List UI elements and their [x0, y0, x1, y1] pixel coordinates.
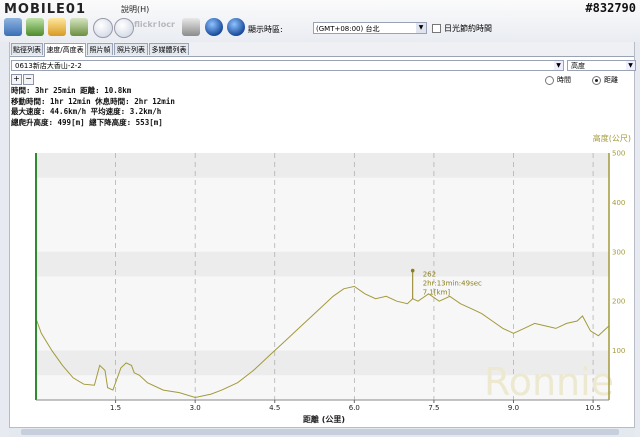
timezone-label: 顯示時區: — [248, 25, 283, 34]
stats-line-elevation: 總爬升高度: 499[m] 總下降高度: 553[m] — [11, 118, 163, 128]
axis-distance-option[interactable]: 距離 — [592, 75, 618, 85]
marker-dot — [410, 268, 415, 273]
open-folder-icon[interactable] — [48, 18, 66, 36]
plot-band — [36, 251, 609, 277]
x-tick-label: 10.5 — [585, 404, 601, 412]
dst-toggle[interactable]: 日光節約時間 — [432, 23, 492, 34]
track-stats: 時間: 3hr 25min 距離: 10.8km 移動時間: 1hr 12min… — [11, 86, 175, 129]
chevron-down-icon: ▼ — [416, 23, 426, 33]
locr-icon[interactable]: locr — [158, 20, 180, 34]
clock-icon[interactable] — [93, 18, 113, 38]
chevron-down-icon: ▼ — [554, 61, 563, 70]
watermark-text: Ronnie — [484, 360, 614, 404]
globe-icon[interactable] — [227, 18, 245, 36]
x-axis-label: 距離 (公里) — [303, 414, 345, 424]
tab-media-list[interactable]: 多媒體列表 — [149, 43, 189, 55]
track-select-value: 0613新店大香山-2-2 — [15, 62, 82, 70]
tab-speed-altitude[interactable]: 速度/高度表 — [44, 43, 86, 57]
x-tick-label: 3.0 — [190, 404, 201, 412]
distance-radio[interactable] — [592, 75, 601, 85]
car-icon[interactable] — [70, 18, 88, 36]
dst-checkbox[interactable] — [432, 24, 441, 33]
tab-bar: 點徑列表 速度/高度表 照片幀 照片列表 多媒體列表 — [0, 42, 640, 57]
tab-photo-list[interactable]: 照片列表 — [114, 43, 148, 55]
y-tick-label: 400 — [612, 199, 625, 207]
time-radio[interactable] — [545, 75, 554, 85]
y-tick-label: 500 — [612, 150, 625, 158]
horizontal-scrollbar[interactable] — [9, 427, 635, 437]
flickr-icon[interactable]: flickr — [134, 20, 157, 34]
chevron-down-icon: ▼ — [626, 61, 635, 70]
time-radio-label: 時間 — [557, 76, 571, 84]
menu-help[interactable]: 說明(H) — [121, 4, 149, 15]
marker-distance-label: 7.1[km] — [423, 289, 451, 297]
track-select[interactable]: 0613新店大香山-2-2 ▼ — [11, 60, 564, 71]
altitude-chart[interactable]: Ronnie 1.5 3.0 4.5 6.0 7.5 9.0 10.5 100 200 300 4… — [9, 131, 635, 428]
metric-select-value: 高度 — [571, 62, 585, 70]
google-earth-icon[interactable] — [205, 18, 223, 36]
gpx-icon[interactable] — [26, 18, 44, 36]
export-icon[interactable] — [182, 18, 200, 36]
y-tick-labels: 100 200 300 400 500 — [612, 150, 625, 356]
post-id: #832790 — [585, 1, 636, 15]
tab-waypoint-list[interactable]: 點徑列表 — [11, 43, 43, 55]
stats-line-moving: 移動時間: 1hr 12min 休息時間: 2hr 12min — [11, 96, 175, 106]
main-toolbar: MOBILE01 說明(H) #832790 flickr locr 顯示時區:… — [0, 0, 640, 43]
timezone-value: (GMT+08:00) 台北 — [316, 25, 380, 33]
y-tick-label: 200 — [612, 298, 625, 306]
distance-radio-label: 距離 — [604, 76, 618, 84]
axis-time-option[interactable]: 時間 — [545, 75, 571, 85]
x-tick-label: 9.0 — [508, 404, 519, 412]
zoom-in-button[interactable]: + — [11, 74, 22, 85]
y-tick-label: 100 — [612, 347, 625, 355]
camera-icon[interactable] — [114, 18, 134, 38]
marker-value-label: 262 — [423, 271, 436, 279]
metric-select[interactable]: 高度 ▼ — [567, 60, 636, 71]
x-tick-label: 6.0 — [349, 404, 360, 412]
stats-line-speed: 最大速度: 44.6km/h 平均速度: 3.2km/h — [11, 107, 162, 117]
marker-time-label: 2hr:13min:49sec — [423, 280, 482, 288]
route-icon[interactable] — [4, 18, 22, 36]
scrollbar-thumb[interactable] — [21, 429, 619, 435]
y-axis-label: 高度(公尺) — [593, 133, 631, 143]
x-tick-label: 7.5 — [428, 404, 439, 412]
zoom-out-button[interactable]: − — [23, 74, 34, 85]
tab-photo-frame[interactable]: 照片幀 — [87, 43, 113, 55]
brand-logo: MOBILE01 — [4, 2, 86, 17]
plot-band — [36, 153, 609, 178]
y-tick-label: 300 — [612, 248, 625, 256]
timezone-select[interactable]: (GMT+08:00) 台北 ▼ — [313, 22, 427, 34]
x-tick-label: 4.5 — [269, 404, 280, 412]
x-tick-label: 1.5 — [110, 404, 121, 412]
stats-line-time: 時間: 3hr 25min 距離: 10.8km — [11, 86, 132, 95]
dst-label: 日光節約時間 — [444, 24, 492, 33]
